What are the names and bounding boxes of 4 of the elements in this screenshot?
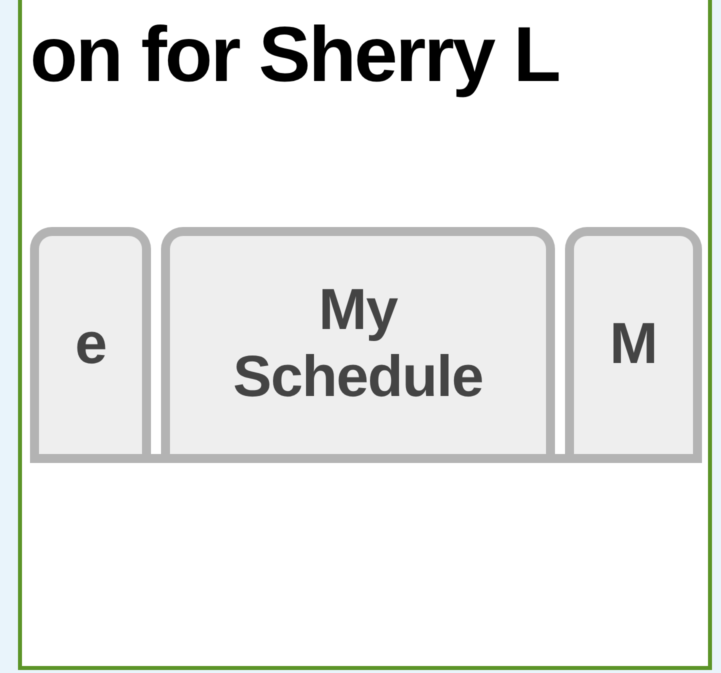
tab[interactable]: My Schedule (161, 227, 555, 454)
tab[interactable]: e (30, 227, 152, 454)
page-heading: on for Sherry L (30, 9, 560, 100)
tab[interactable]: M (564, 227, 702, 454)
